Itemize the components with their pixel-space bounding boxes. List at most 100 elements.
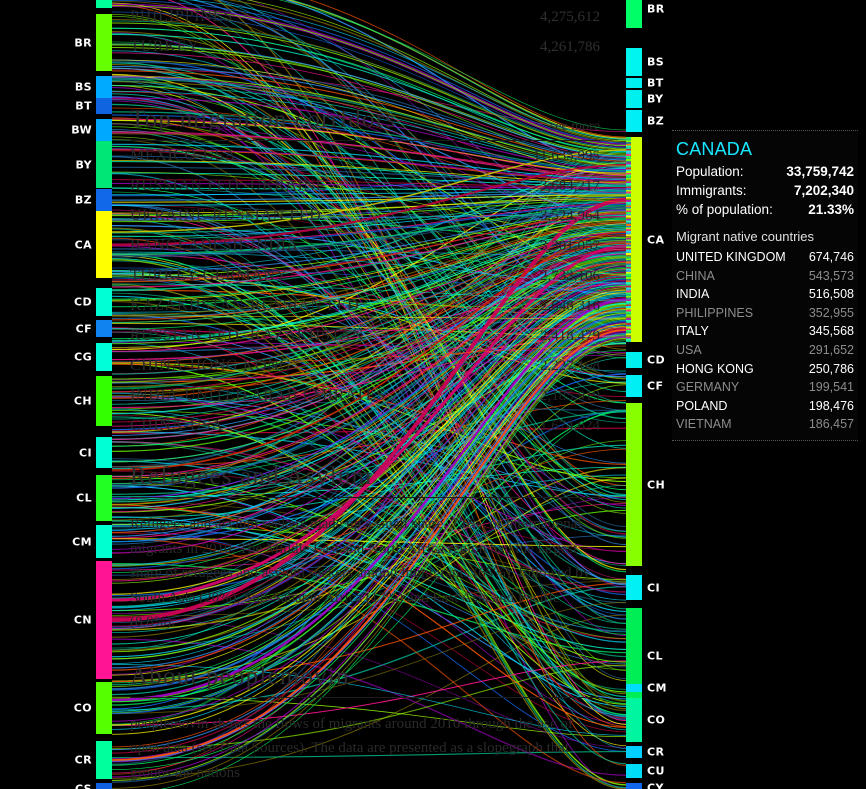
migrant-country-name: HONG KONG — [676, 361, 754, 376]
origin-node-cg[interactable]: CG — [0, 343, 112, 371]
tooltip-stat-row: % of population: 21.33% — [676, 200, 854, 219]
migrant-country-name: VIETNAM — [676, 417, 732, 432]
destination-node-bt[interactable]: BT — [624, 76, 684, 90]
destination-node-by[interactable]: BY — [624, 90, 684, 108]
destination-node-bz[interactable]: BZ — [624, 110, 684, 132]
origin-node-label: CM — [72, 535, 92, 548]
origin-node-co[interactable]: CO — [0, 682, 112, 734]
origin-country-axis: BR BS BT BW BY BZ CA CD CF CG CH CI CL CM CN CO CR CS — [0, 0, 112, 789]
destination-node-bar[interactable] — [626, 783, 642, 789]
origin-node-bar[interactable] — [96, 783, 112, 789]
destination-node-label: CF — [647, 379, 664, 393]
migrant-country-name: POLAND — [676, 398, 728, 413]
destination-node-bar[interactable] — [626, 746, 642, 758]
destination-node-label: CM — [647, 681, 667, 695]
migrant-country-row[interactable]: UNITED KINGDOM 674,746 — [676, 248, 854, 267]
origin-node-by[interactable]: BY — [0, 141, 112, 188]
tooltip-stat-label: % of population: — [676, 202, 773, 217]
migrant-country-value: 199,541 — [808, 380, 854, 395]
destination-node-br[interactable]: BR — [624, 0, 684, 28]
origin-node-bar[interactable] — [96, 211, 112, 278]
origin-node-cm[interactable]: CM — [0, 525, 112, 558]
destination-node-bar[interactable] — [626, 764, 642, 778]
destination-node-bar[interactable] — [626, 698, 642, 742]
destination-node-bar[interactable] — [626, 575, 642, 600]
migrant-country-name: GERMANY — [676, 380, 740, 395]
migrant-country-row[interactable]: PHILIPPINES 352,955 — [676, 304, 854, 323]
origin-node-bar[interactable] — [96, 98, 112, 114]
destination-node-bar[interactable] — [626, 48, 642, 76]
migrant-country-row[interactable]: HONG KONG 250,786 — [676, 360, 854, 379]
peoplemovin-app: PHILIPPINES 4,275,612 TURKEY 4,261,786 T… — [0, 0, 866, 789]
origin-node-ca[interactable]: CA — [0, 211, 112, 278]
origin-node-bar[interactable] — [96, 0, 112, 8]
origin-node-ci[interactable]: CI — [0, 437, 112, 468]
origin-node-cs[interactable]: CS — [0, 783, 112, 789]
origin-node-cl[interactable]: CL — [0, 475, 112, 521]
origin-node-bar[interactable] — [96, 288, 112, 316]
migrant-country-value: 516,508 — [808, 287, 854, 302]
destination-node-bar[interactable] — [626, 403, 642, 566]
origin-node-bar[interactable] — [96, 475, 112, 521]
origin-node-bar[interactable] — [96, 189, 112, 211]
destination-node-ci[interactable]: CI — [624, 575, 684, 600]
origin-node-bar[interactable] — [96, 437, 112, 468]
origin-node-bar[interactable] — [96, 119, 112, 141]
origin-node-bar[interactable] — [96, 76, 112, 98]
destination-node-cm[interactable]: CM — [624, 681, 684, 695]
origin-node-bar[interactable] — [96, 741, 112, 779]
origin-node-bs[interactable]: BS — [0, 76, 112, 98]
tooltip-stat-row: Population: 33,759,742 — [676, 162, 854, 181]
origin-node-bar[interactable] — [96, 141, 112, 188]
origin-node-bar[interactable] — [96, 682, 112, 734]
destination-node-bar[interactable] — [626, 684, 642, 692]
migrant-country-row[interactable]: ITALY 345,568 — [676, 322, 854, 341]
origin-node-bar[interactable] — [96, 561, 112, 679]
destination-node-label: CR — [647, 745, 665, 759]
origin-node-cn[interactable]: CN — [0, 561, 112, 679]
migrant-country-row[interactable]: USA 291,652 — [676, 341, 854, 360]
origin-node-bt[interactable]: BT — [0, 98, 112, 114]
origin-node-bar[interactable] — [96, 525, 112, 558]
origin-node-br[interactable]: BR — [0, 14, 112, 71]
migrant-country-row[interactable]: POLAND 198,476 — [676, 397, 854, 416]
destination-node-bar[interactable] — [626, 352, 642, 368]
tooltip-stat-value: 21.33% — [808, 202, 854, 217]
migrant-country-row[interactable]: GERMANY 199,541 — [676, 378, 854, 397]
destination-node-bar[interactable] — [626, 110, 642, 132]
migrant-country-row[interactable]: CHINA 543,573 — [676, 267, 854, 286]
origin-node[interactable] — [0, 0, 112, 8]
destination-node-bar[interactable] — [626, 78, 642, 88]
migrant-country-value: 250,786 — [808, 361, 854, 376]
migrant-country-value: 352,955 — [808, 305, 854, 320]
destination-node-bs[interactable]: BS — [624, 48, 684, 76]
migrant-country-name: CHINA — [676, 268, 715, 283]
migrant-countries-heading: Migrant native countries — [676, 229, 815, 244]
migrant-country-name: UNITED KINGDOM — [676, 250, 786, 264]
destination-node-cr[interactable]: CR — [624, 745, 684, 759]
destination-node-bar[interactable] — [626, 90, 642, 108]
origin-node-bar[interactable] — [96, 376, 112, 426]
destination-node-bar[interactable] — [626, 0, 642, 28]
origin-node-bz[interactable]: BZ — [0, 189, 112, 211]
destination-node-bar[interactable] — [626, 375, 642, 397]
destination-node-cy[interactable]: CY — [624, 781, 684, 789]
origin-node-cr[interactable]: CR — [0, 741, 112, 779]
origin-node-label: CO — [73, 701, 92, 715]
migrant-country-row[interactable]: VIETNAM 186,457 — [676, 415, 854, 434]
destination-node-cu[interactable]: CU — [624, 764, 684, 778]
origin-node-label: BZ — [74, 193, 92, 207]
tooltip-stat-label: Immigrants: — [676, 183, 747, 198]
origin-node-bar[interactable] — [96, 320, 112, 337]
origin-node-bar[interactable] — [96, 14, 112, 71]
origin-node-cd[interactable]: CD — [0, 288, 112, 316]
origin-node-bw[interactable]: BW — [0, 119, 112, 141]
origin-node-bar[interactable] — [96, 343, 112, 371]
migrant-countries-list: UNITED KINGDOM 674,746 CHINA 543,573 INDIA 51… — [676, 248, 854, 434]
destination-node-label: BT — [647, 76, 664, 90]
destination-node-co[interactable]: CO — [624, 698, 684, 742]
migrant-country-row[interactable]: INDIA 516,508 — [676, 285, 854, 304]
origin-node-ch[interactable]: CH — [0, 376, 112, 426]
destination-node-label: CY — [647, 781, 664, 789]
origin-node-cf[interactable]: CF — [0, 320, 112, 337]
